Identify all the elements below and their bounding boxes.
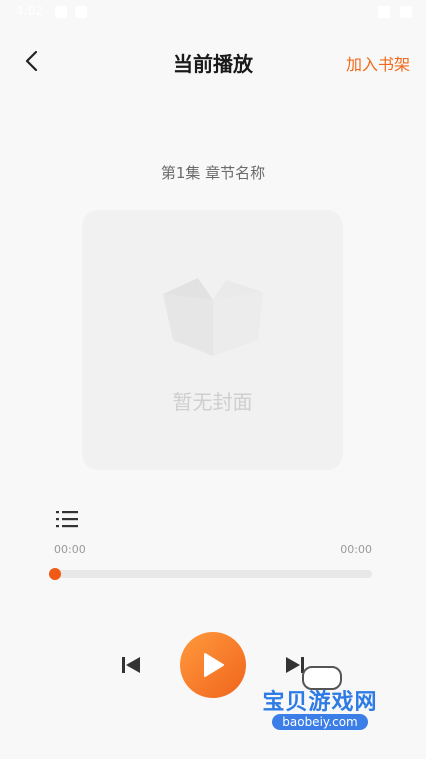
chapter-title: 第1集 章节名称 (160, 164, 266, 182)
skip-previous-icon (122, 657, 140, 673)
status-bar: 4:02 (0, 0, 426, 24)
notification-icon (55, 6, 67, 18)
watermark: 宝贝游戏网 baobeiy.com (250, 666, 390, 754)
cover-placeholder: 暂无封面 (82, 210, 343, 470)
total-time: 00:00 (340, 543, 372, 556)
progress-bar[interactable] (49, 568, 372, 580)
status-time: 4:02 (16, 4, 43, 18)
no-cover-text: 暂无封面 (172, 390, 253, 414)
warning-icon (75, 6, 87, 18)
top-nav: 当前播放 加入书架 (0, 40, 426, 84)
status-left-icons (55, 6, 87, 18)
play-icon (204, 653, 224, 677)
previous-button[interactable] (118, 652, 144, 678)
list-icon (56, 511, 78, 528)
battery-icon (400, 6, 412, 18)
play-button[interactable] (180, 632, 246, 698)
book-icon (163, 278, 263, 356)
status-right-icons (378, 6, 412, 18)
current-time: 00:00 (54, 543, 86, 556)
progress-thumb[interactable] (49, 568, 61, 580)
playlist-button[interactable] (56, 509, 78, 529)
watermark-url: baobeiy.com (272, 714, 368, 730)
wifi-icon (378, 6, 390, 18)
watermark-text: 宝贝游戏网 (262, 690, 378, 715)
add-to-shelf-button[interactable]: 加入书架 (346, 51, 410, 75)
